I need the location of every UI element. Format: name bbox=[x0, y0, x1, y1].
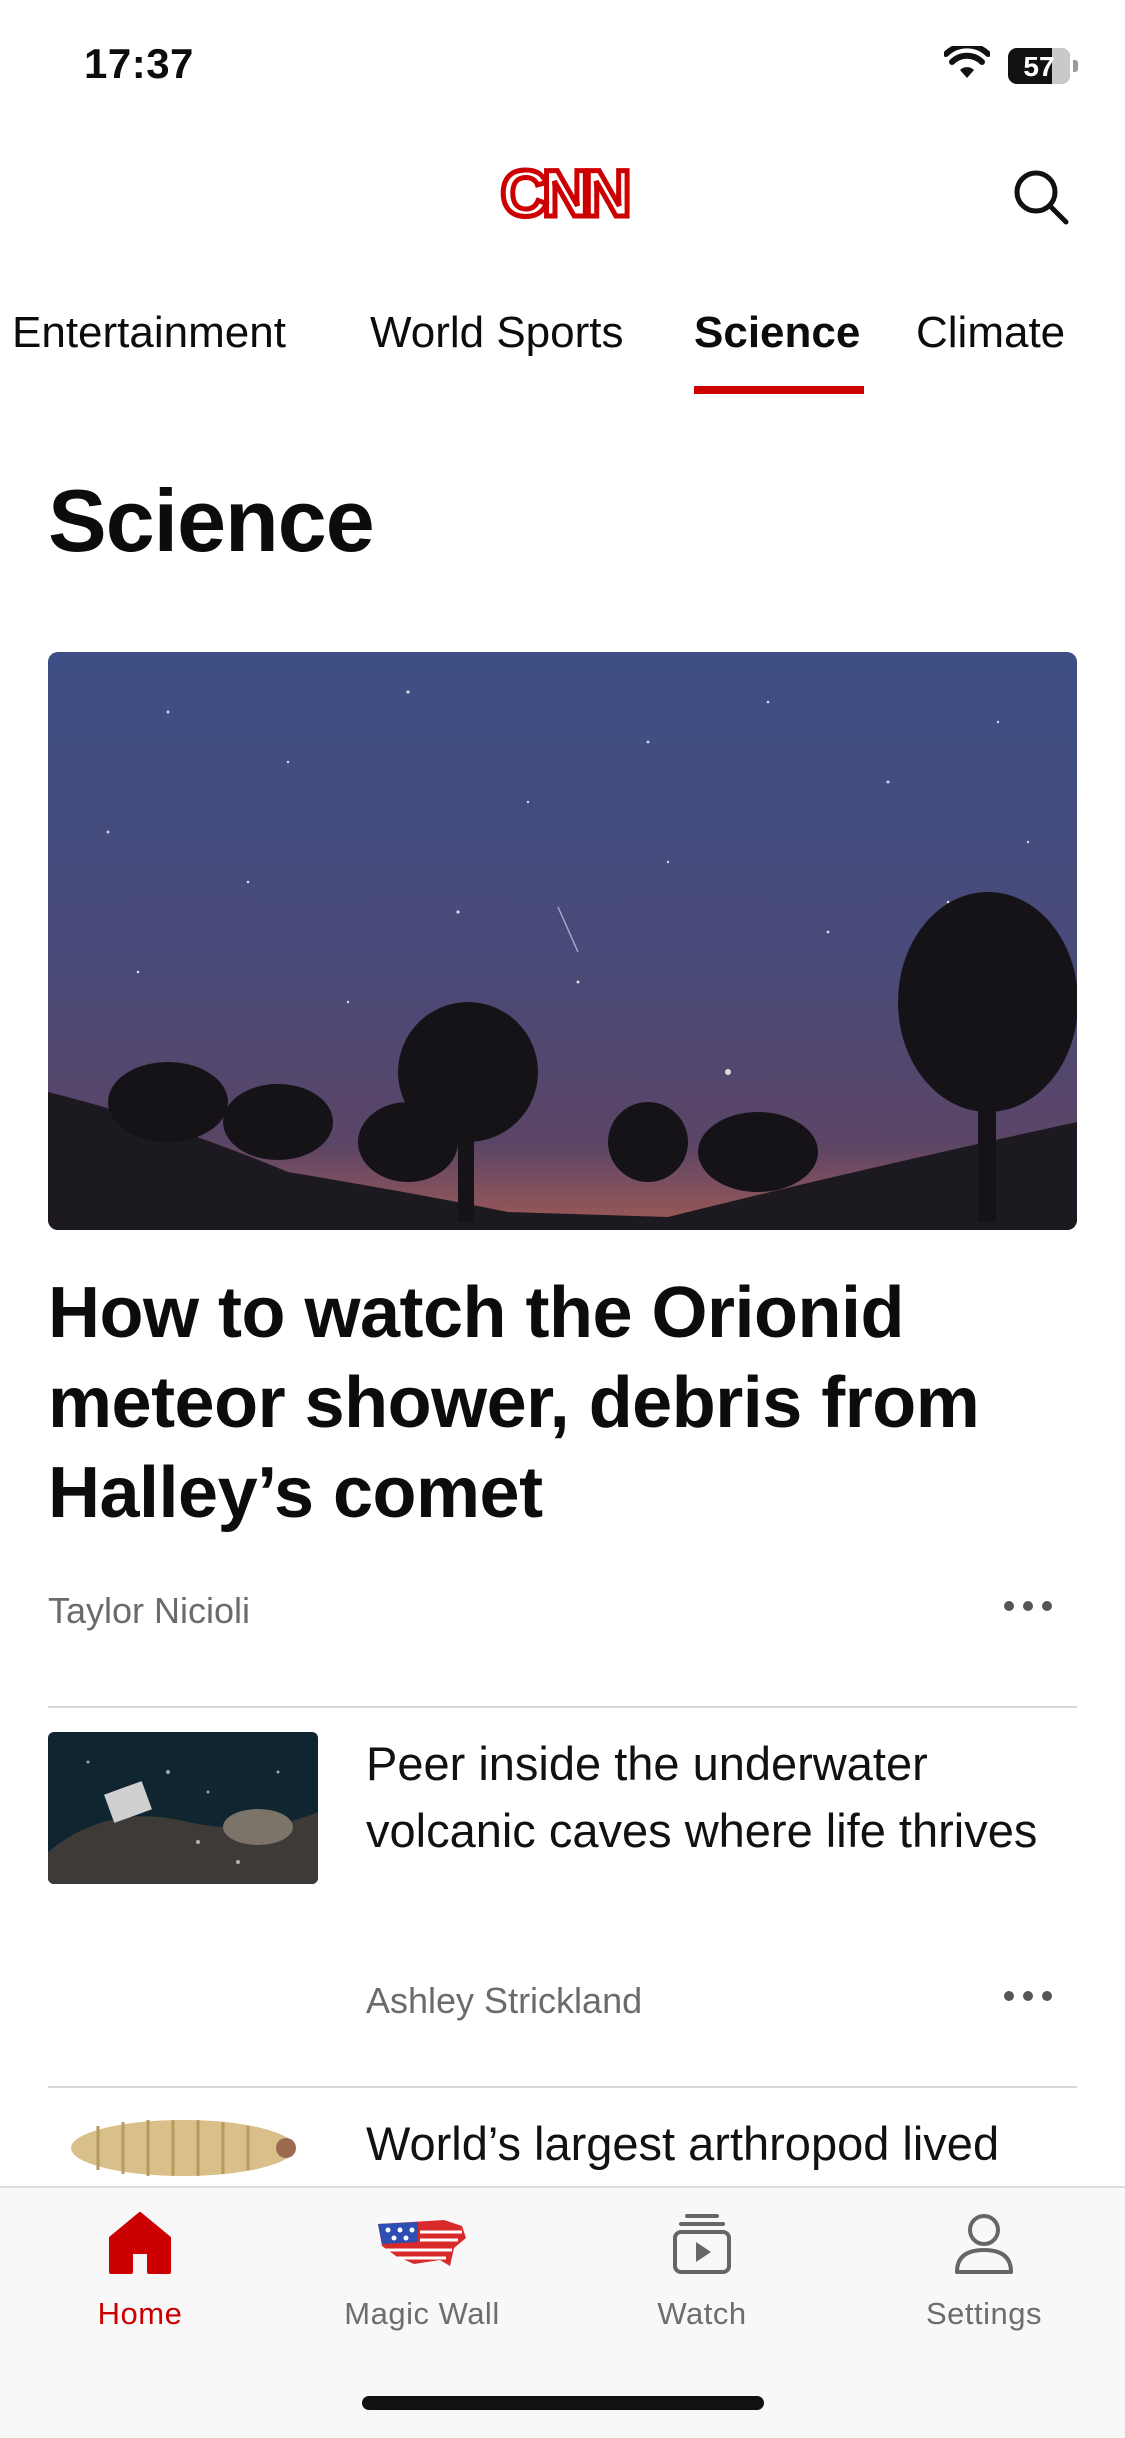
wifi-icon bbox=[943, 42, 991, 80]
tab-science[interactable]: Science bbox=[694, 308, 860, 358]
section-tabs: Entertainment World Sports Science Clima… bbox=[0, 300, 1125, 394]
underwater-cave-image bbox=[48, 1732, 318, 1884]
hero-headline[interactable]: How to watch the Orionid meteor shower, … bbox=[48, 1268, 1077, 1538]
article-headline[interactable]: Peer inside the underwater volcanic cave… bbox=[366, 1730, 1066, 1864]
search-button[interactable] bbox=[1010, 166, 1070, 226]
us-map-flag-icon bbox=[378, 2220, 466, 2266]
hero-more-options-button[interactable] bbox=[1004, 1598, 1064, 1618]
page-title: Science bbox=[48, 471, 375, 570]
active-tab-indicator bbox=[694, 386, 864, 394]
arthropod-fossil-image bbox=[48, 2106, 318, 2186]
nav-magic-wall[interactable]: Magic Wall bbox=[312, 2208, 532, 2332]
home-icon bbox=[109, 2212, 171, 2274]
tab-world-sports[interactable]: World Sports bbox=[370, 308, 624, 358]
nav-home[interactable]: Home bbox=[30, 2208, 250, 2332]
article-thumbnail[interactable] bbox=[48, 2106, 318, 2186]
tab-entertainment[interactable]: Entertainment bbox=[12, 308, 286, 358]
nav-watch[interactable]: Watch bbox=[592, 2208, 812, 2332]
tab-climate[interactable]: Climate bbox=[916, 308, 1065, 358]
person-icon bbox=[955, 2214, 1013, 2274]
divider bbox=[48, 1706, 1077, 1708]
battery-icon: 57 bbox=[1008, 48, 1078, 84]
battery-level: 57 bbox=[1023, 51, 1055, 82]
nav-settings[interactable]: Settings bbox=[874, 2208, 1094, 2332]
hero-author: Taylor Nicioli bbox=[48, 1590, 251, 1631]
status-time: 17:37 bbox=[84, 40, 194, 87]
hero-image[interactable] bbox=[48, 652, 1077, 1230]
night-sky-trees-image bbox=[48, 652, 1077, 1230]
article-headline[interactable]: World’s largest arthropod lived bbox=[366, 2110, 1066, 2177]
divider bbox=[48, 2086, 1077, 2088]
search-icon bbox=[1014, 170, 1069, 225]
play-tv-icon bbox=[673, 2214, 731, 2274]
home-indicator[interactable] bbox=[362, 2396, 764, 2410]
logo-text: CNN bbox=[501, 160, 628, 230]
article-more-options-button[interactable] bbox=[1004, 1988, 1064, 2008]
cnn-logo[interactable]: CNN bbox=[488, 154, 638, 233]
article-author: Ashley Strickland bbox=[366, 1980, 643, 2021]
article-thumbnail[interactable] bbox=[48, 1732, 318, 1884]
